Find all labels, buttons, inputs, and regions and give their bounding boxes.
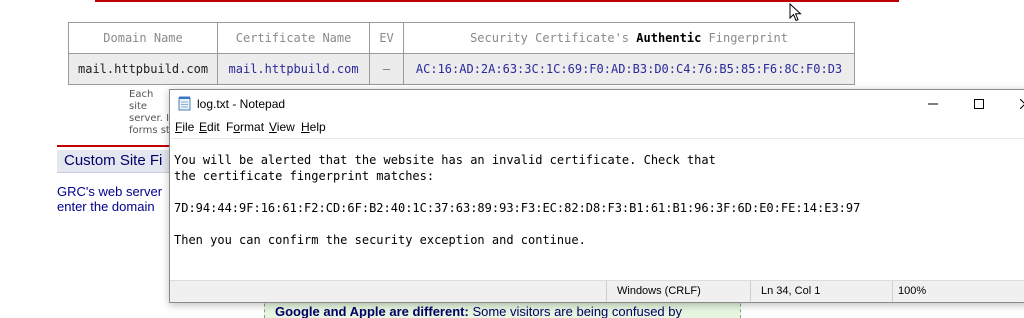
text-line: You will be alerted that the website has… <box>174 153 716 167</box>
title-bar[interactable]: log.txt - Notepad <box>170 90 1024 118</box>
minimize-icon <box>928 103 938 105</box>
cell-ev: — <box>369 53 405 85</box>
grc-line: enter the domain <box>57 199 155 214</box>
menu-edit-mnemonic: E <box>199 120 208 134</box>
section-header: Custom Site Fi <box>57 150 175 173</box>
grc-paragraph: GRC's web server enter the domain <box>57 184 169 214</box>
maximize-button[interactable] <box>956 90 1002 118</box>
status-divider <box>892 281 893 302</box>
status-bar: Windows (CRLF) Ln 34, Col 1 100% <box>170 280 1024 302</box>
menu-help-label: elp <box>309 120 326 134</box>
minimize-button[interactable] <box>910 90 956 118</box>
header-ev: EV <box>369 22 405 54</box>
table-header-row: Domain Name Certificate Name EV Security… <box>67 22 856 54</box>
menu-bar: File Edit Format View Help <box>170 118 1024 138</box>
status-position: Ln 34, Col 1 <box>761 285 821 297</box>
notepad-app-icon <box>178 96 191 111</box>
table-row: mail.httpbuild.com mail.httpbuild.com — … <box>67 53 856 85</box>
top-red-rule <box>95 0 899 2</box>
maximize-icon <box>974 99 984 109</box>
header-domain-name: Domain Name <box>67 22 219 54</box>
notice-bold: Google and Apple are different: <box>275 304 469 318</box>
menu-format-label: rmat <box>240 120 265 134</box>
cell-certificate: mail.httpbuild.com <box>217 53 371 85</box>
status-divider <box>606 281 607 302</box>
status-zoom: 100% <box>898 285 927 297</box>
close-button[interactable] <box>1002 90 1024 118</box>
mouse-pointer-icon <box>789 3 802 22</box>
window-title: log.txt - Notepad <box>197 97 286 111</box>
section-title: Custom Site Fi <box>64 152 163 169</box>
explanatory-note: Each site server. I forms st <box>129 89 174 137</box>
section-red-rule <box>57 145 175 147</box>
header-fingerprint: Security Certificate's Authentic Fingerp… <box>403 22 856 54</box>
menu-view[interactable]: View <box>269 120 295 134</box>
certificate-table: Domain Name Certificate Name EV Security… <box>67 22 856 85</box>
status-divider <box>750 281 751 302</box>
menu-help-mnemonic: H <box>301 120 310 134</box>
header-fingerprint-pre: Security Certificate's <box>470 31 630 45</box>
text-line: Then you can confirm the security except… <box>174 233 586 247</box>
text-line-fingerprint: 7D:94:44:9F:16:61:F2:CD:6F:B2:40:1C:37:6… <box>174 201 861 215</box>
notice-text: Google and Apple are different: Some vis… <box>275 304 682 318</box>
note-line: Each site <box>129 89 154 112</box>
menu-edit[interactable]: Edit <box>199 120 220 134</box>
header-fingerprint-post: Fingerprint <box>708 31 789 45</box>
menu-view-label: iew <box>276 120 295 134</box>
text-editor-area[interactable]: You will be alerted that the website has… <box>171 138 1024 286</box>
menu-view-mnemonic: V <box>269 120 277 134</box>
menu-file[interactable]: File <box>175 120 194 134</box>
grc-line: GRC's web server <box>57 184 163 199</box>
header-fingerprint-bold: Authentic <box>636 31 702 45</box>
notice-rest: Some visitors are being confused by <box>468 304 682 318</box>
note-line: server. I <box>129 113 170 124</box>
menu-format[interactable]: Format <box>226 120 264 134</box>
cell-fingerprint: AC:16:AD:2A:63:3C:1C:69:F0:AD:B3:D0:C4:7… <box>403 53 856 85</box>
menu-edit-label: dit <box>207 120 220 134</box>
close-icon <box>1020 99 1024 109</box>
notepad-window[interactable]: log.txt - Notepad File Edit Format View … <box>169 89 1024 303</box>
menu-file-label: ile <box>182 120 195 134</box>
cell-domain: mail.httpbuild.com <box>67 53 219 85</box>
status-line-endings: Windows (CRLF) <box>617 285 701 297</box>
menu-help[interactable]: Help <box>301 120 326 134</box>
note-line: forms st <box>129 125 170 136</box>
text-line: the certificate fingerprint matches: <box>174 169 435 183</box>
header-certificate-name: Certificate Name <box>217 22 371 54</box>
